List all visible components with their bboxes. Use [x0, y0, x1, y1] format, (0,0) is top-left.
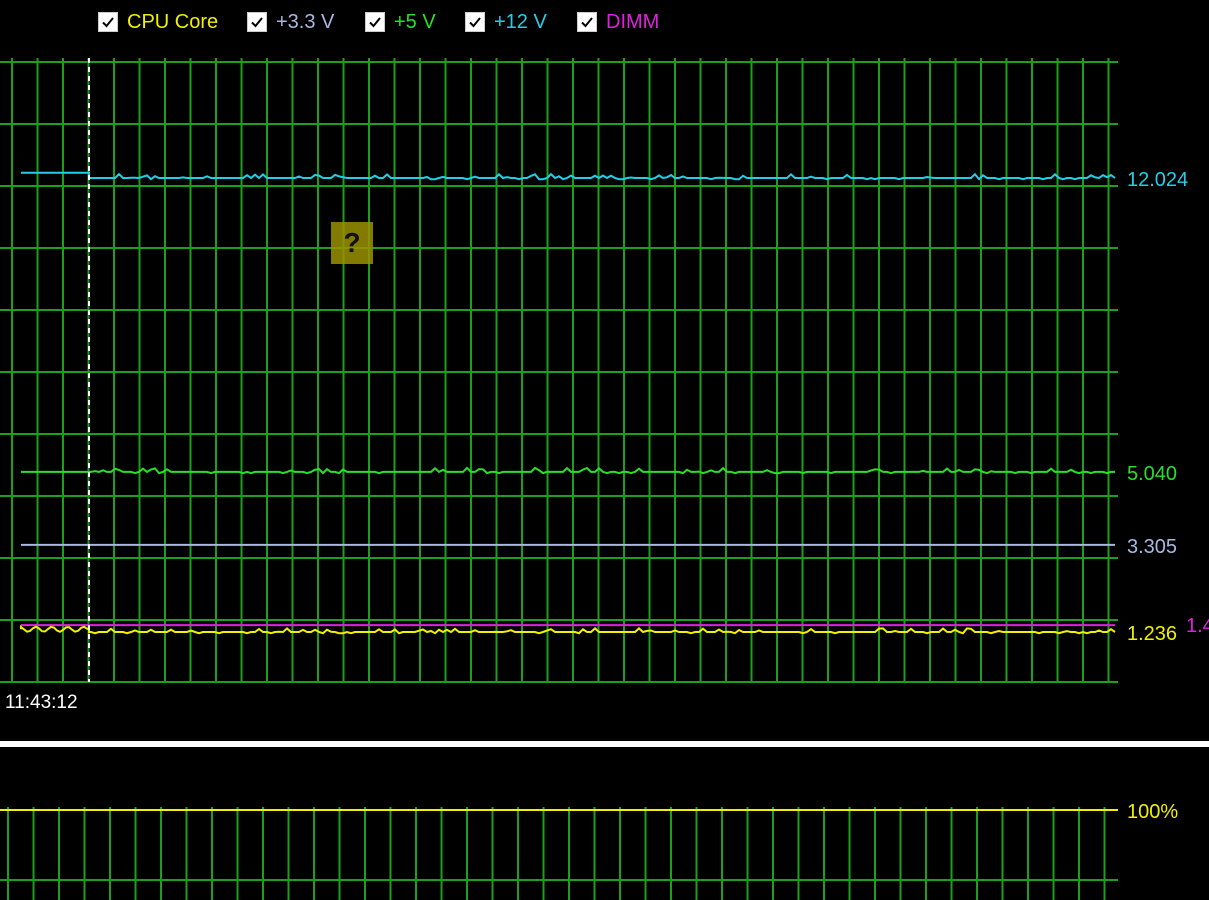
grid [0, 58, 1118, 683]
checkbox-3-3-v[interactable] [247, 12, 267, 32]
legend-label: +3.3 V [276, 10, 335, 33]
checkmark-icon [369, 17, 381, 28]
legend-item-5-v[interactable]: +5 V [365, 9, 436, 35]
legend-label: DIMM [606, 10, 660, 33]
value-label-usage: 100% [1127, 801, 1178, 823]
legend-label: +12 V [494, 10, 547, 33]
legend-item-dimm[interactable]: DIMM [577, 9, 659, 35]
value-label-cpu-core: 1.236 [1127, 623, 1177, 645]
checkbox-cpu-core[interactable] [98, 12, 118, 32]
legend-label: CPU Core [127, 10, 219, 33]
grid [0, 807, 1118, 900]
series-line-5-v [21, 466, 1115, 475]
svg-text:?: ? [343, 227, 360, 258]
checkbox-5-v[interactable] [365, 12, 385, 32]
legend-item-3-3-v[interactable]: +3.3 V [247, 9, 334, 35]
legend-label: +5 V [394, 10, 436, 33]
value-label-3-3-v: 3.305 [1127, 536, 1177, 558]
checkmark-icon [102, 17, 114, 28]
help-icon[interactable]: ? [331, 222, 373, 264]
value-label-dimm: 1.4 [1186, 615, 1209, 637]
legend-item-cpu-core[interactable]: CPU Core [98, 9, 218, 35]
time-label: 11:43:12 [5, 692, 78, 713]
series-12-v: 12.024 [21, 169, 1188, 191]
checkbox-12-v[interactable] [465, 12, 485, 32]
value-label-12-v: 12.024 [1127, 169, 1188, 191]
legend: CPU Core +3.3 V +5 V +12 V DIMM [0, 0, 1209, 46]
series-line-cpu-core [20, 624, 1116, 635]
voltage-graph: 12.024 5.040 3.305 1.4 1.236? [0, 58, 1209, 683]
series-line-12-v [21, 171, 1116, 181]
value-label-5-v: 5.040 [1127, 463, 1177, 485]
checkmark-icon [251, 17, 263, 28]
checkbox-dimm[interactable] [577, 12, 597, 32]
usage-graph: 100% [0, 801, 1178, 900]
checkmark-icon [469, 17, 481, 28]
legend-item-12-v[interactable]: +12 V [465, 9, 547, 35]
checkmark-icon [581, 17, 593, 28]
